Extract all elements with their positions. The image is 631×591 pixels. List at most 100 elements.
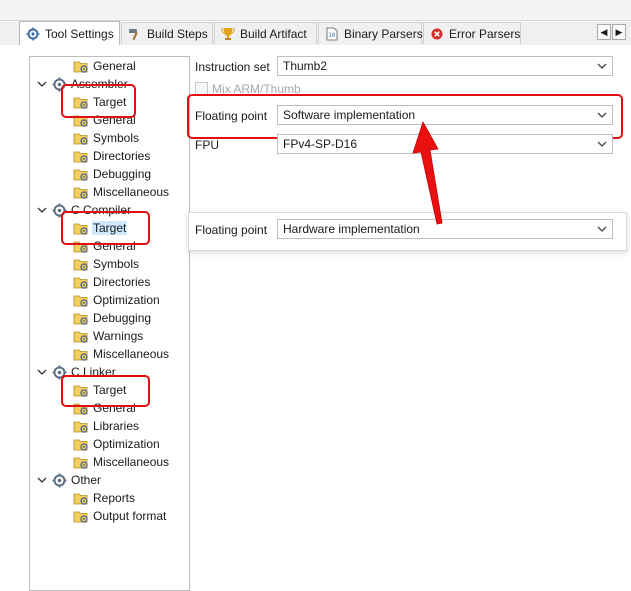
mix-arm-thumb-label: Mix ARM/Thumb (212, 82, 301, 96)
tree-item-label: Libraries (93, 419, 140, 433)
instruction-set-label: Instruction set (195, 60, 270, 74)
tree-item-label: Reports (93, 491, 136, 505)
tree-item[interactable]: Directories (73, 147, 151, 165)
tree-item[interactable]: Miscellaneous (73, 345, 170, 363)
folder-gear-icon (73, 346, 89, 362)
gear-icon (26, 27, 40, 41)
tab-label: Build Artifact (240, 26, 307, 41)
tree-item[interactable]: Optimization (73, 435, 161, 453)
chevron-down-icon (597, 108, 607, 122)
tree-item[interactable]: Libraries (73, 417, 140, 435)
folder-gear-icon (73, 310, 89, 326)
tree-item[interactable]: General (73, 57, 137, 75)
instruction-set-value: Thumb2 (283, 59, 328, 73)
binary-icon: 10 (325, 27, 339, 41)
tree-item[interactable]: Target (73, 93, 127, 111)
chevron-down-icon (597, 59, 607, 73)
folder-gear-icon (73, 238, 89, 254)
tree-item[interactable]: Target (73, 381, 127, 399)
chevron-right-icon: ▶ (615, 26, 623, 37)
popup-floating-point-label: Floating point (195, 223, 268, 237)
tree-item[interactable]: C Linker (36, 363, 117, 381)
tree-item[interactable]: Warnings (73, 327, 144, 345)
tree-item-label: Directories (93, 275, 151, 289)
tree-item[interactable]: Optimization (73, 291, 161, 309)
tree-item-label: Directories (93, 149, 151, 163)
tab-scroll-left-button[interactable]: ◀ (597, 24, 611, 40)
folder-gear-icon (73, 94, 89, 110)
mix-arm-thumb-checkbox[interactable] (195, 82, 208, 95)
tool-gear-icon (51, 472, 67, 488)
tree-item[interactable]: General (73, 237, 137, 255)
folder-gear-icon (73, 436, 89, 452)
tab-label: Tool Settings (45, 26, 114, 41)
folder-gear-icon (73, 166, 89, 182)
tree-item-label: Miscellaneous (93, 347, 170, 361)
svg-text:10: 10 (328, 32, 336, 39)
tree-item[interactable]: General (73, 111, 137, 129)
tool-gear-icon (51, 202, 67, 218)
floating-point-label: Floating point (195, 109, 268, 123)
tab-label: Build Steps (147, 26, 208, 41)
tree-item[interactable]: Miscellaneous (73, 453, 170, 471)
folder-gear-icon (73, 328, 89, 344)
tree-item[interactable]: Directories (73, 273, 151, 291)
folder-gear-icon (73, 58, 89, 74)
folder-gear-icon (73, 490, 89, 506)
folder-gear-icon (73, 256, 89, 272)
tab-error-parsers[interactable]: Error Parsers (423, 22, 521, 44)
tree-item[interactable]: Debugging (73, 165, 152, 183)
chevron-down-icon[interactable] (36, 477, 48, 483)
folder-gear-icon (73, 418, 89, 434)
chevron-down-icon[interactable] (36, 369, 48, 375)
tree-item[interactable]: C Compiler (36, 201, 132, 219)
tree-item-label: General (93, 59, 136, 73)
tree-item-label: Assembler (71, 77, 128, 91)
folder-gear-icon (73, 148, 89, 164)
tab-binary-parsers[interactable]: 10 Binary Parsers (318, 22, 423, 44)
folder-gear-icon (73, 184, 89, 200)
tree-item[interactable]: Target (73, 219, 128, 237)
tree-item[interactable]: Symbols (73, 255, 140, 273)
tree-item-label: Miscellaneous (93, 455, 170, 469)
window-top-band (0, 0, 631, 21)
tree-item-label: C Compiler (71, 203, 132, 217)
tree-item-label: Warnings (93, 329, 144, 343)
tab-scroll-right-button[interactable]: ▶ (612, 24, 626, 40)
tree-item[interactable]: Symbols (73, 129, 140, 147)
folder-gear-icon (73, 292, 89, 308)
chevron-down-icon[interactable] (36, 207, 48, 213)
tree-item-label: Debugging (93, 311, 152, 325)
tree-item-label: Other (71, 473, 102, 487)
tree-item[interactable]: General (73, 399, 137, 417)
tree-item[interactable]: Reports (73, 489, 136, 507)
tree-item[interactable]: Assembler (36, 75, 129, 93)
fpu-label: FPU (195, 138, 219, 152)
tree-item[interactable]: Miscellaneous (73, 183, 170, 201)
chevron-down-icon (597, 137, 607, 151)
fpu-value: FPv4-SP-D16 (283, 137, 358, 151)
instruction-set-select[interactable]: Thumb2 (277, 56, 613, 76)
tree-item[interactable]: Other (36, 471, 102, 489)
folder-gear-icon (73, 220, 89, 236)
folder-gear-icon (73, 508, 89, 524)
error-icon (430, 27, 444, 41)
chevron-left-icon: ◀ (600, 26, 608, 37)
folder-gear-icon (73, 274, 89, 290)
tree-item[interactable]: Debugging (73, 309, 152, 327)
folder-gear-icon (73, 400, 89, 416)
tree-item[interactable]: Output format (73, 507, 167, 525)
tree-item-label: Target (93, 95, 127, 109)
tool-gear-icon (51, 364, 67, 380)
tab-tool-settings[interactable]: Tool Settings (19, 21, 120, 45)
tree-item-label: General (93, 401, 136, 415)
chevron-down-icon (597, 222, 607, 236)
red-arrow-annotation (412, 121, 443, 225)
folder-gear-icon (73, 112, 89, 128)
tab-build-artifact[interactable]: Build Artifact (214, 22, 317, 44)
hammer-icon (128, 27, 142, 41)
tab-build-steps[interactable]: Build Steps (121, 22, 213, 44)
tree-item-label: Symbols (93, 257, 140, 271)
chevron-down-icon[interactable] (36, 81, 48, 87)
tree-item-label: Miscellaneous (93, 185, 170, 199)
